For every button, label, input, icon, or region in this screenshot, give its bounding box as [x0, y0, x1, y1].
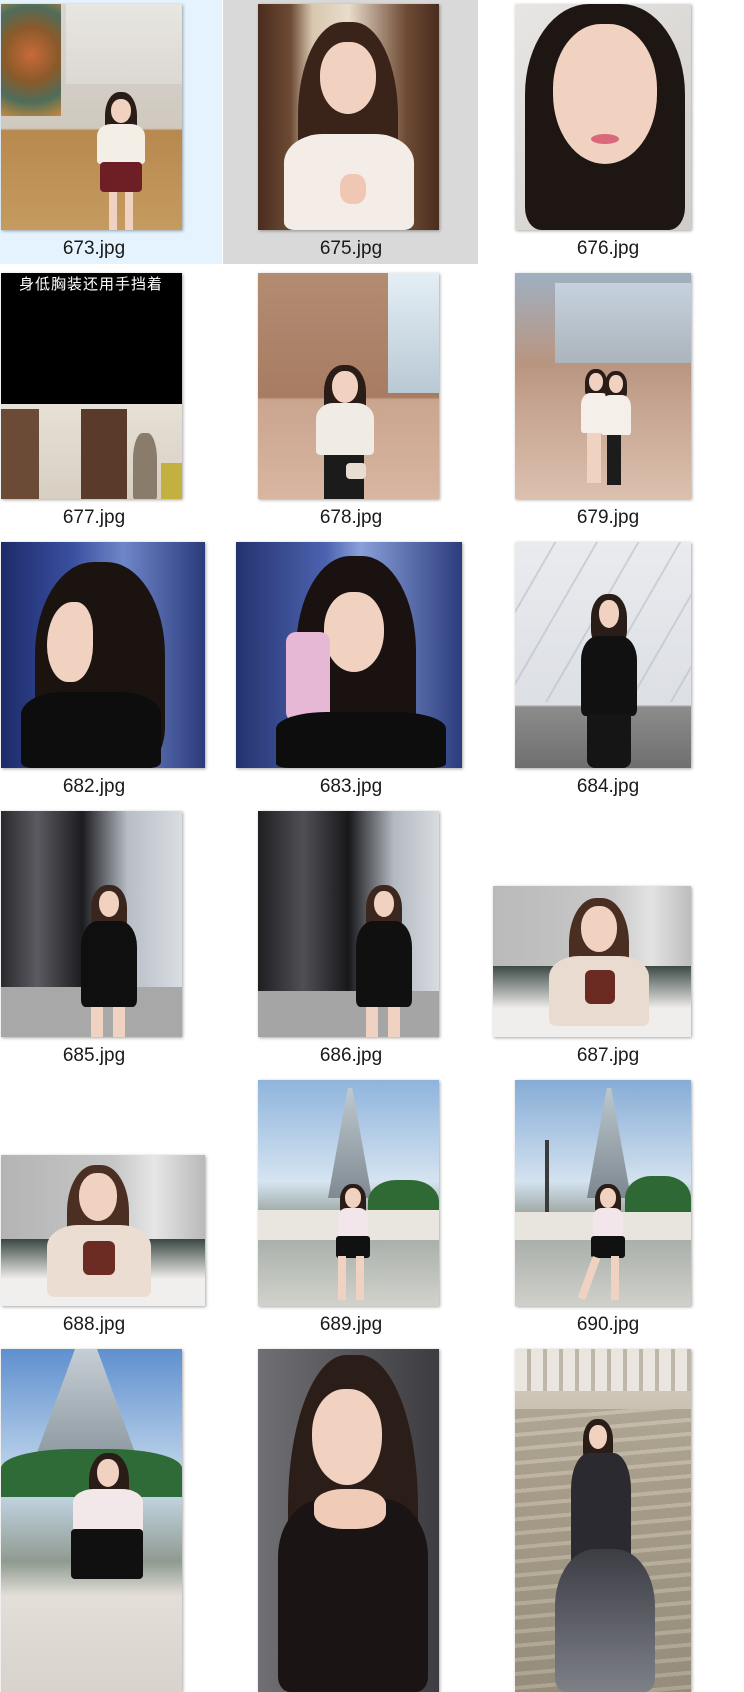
file-name-679: 679.jpg — [576, 507, 640, 528]
file-name-677: 677.jpg — [62, 507, 126, 528]
thumbnail-683 — [236, 542, 462, 768]
file-tile-693[interactable] — [490, 1345, 730, 1692]
thumbnail-679 — [515, 273, 691, 499]
file-name-684: 684.jpg — [576, 776, 640, 797]
file-tile-673[interactable]: 673.jpg — [0, 0, 222, 264]
thumbnail-682 — [1, 542, 205, 768]
file-tile-686[interactable]: 686.jpg — [223, 807, 478, 1071]
file-tile-689[interactable]: 689.jpg — [223, 1076, 478, 1340]
thumbnail-688 — [1, 1155, 205, 1306]
file-explorer-thumbnail-view: { "view": "large-icons", "selected_file"… — [0, 0, 744, 1692]
thumbnail-685 — [1, 811, 182, 1037]
file-tile-685[interactable]: 685.jpg — [0, 807, 222, 1071]
file-name-686: 686.jpg — [319, 1045, 383, 1066]
file-tile-679[interactable]: 679.jpg — [490, 269, 730, 533]
file-tile-692[interactable] — [223, 1345, 478, 1692]
file-tile-678[interactable]: 678.jpg — [223, 269, 478, 533]
thumbnail-686 — [258, 811, 439, 1037]
file-name-673: 673.jpg — [62, 238, 126, 259]
file-name-685: 685.jpg — [62, 1045, 126, 1066]
thumbnail-690 — [515, 1080, 691, 1306]
file-name-676: 676.jpg — [576, 238, 640, 259]
file-tile-682[interactable]: 682.jpg — [0, 538, 222, 802]
thumbnail-687 — [493, 886, 691, 1037]
file-name-682: 682.jpg — [62, 776, 126, 797]
file-tile-687[interactable]: 687.jpg — [490, 807, 730, 1071]
file-name-689: 689.jpg — [319, 1314, 383, 1335]
thumbnail-673 — [1, 4, 182, 230]
file-name-675: 675.jpg — [319, 238, 383, 259]
file-name-688: 688.jpg — [62, 1314, 126, 1335]
thumbnail-675 — [258, 4, 439, 230]
file-name-678: 678.jpg — [319, 507, 383, 528]
thumbnail-677: 身低胸装还用手挡着 — [1, 273, 182, 499]
file-tile-683[interactable]: 683.jpg — [223, 538, 478, 802]
file-name-690: 690.jpg — [576, 1314, 640, 1335]
thumbnail-676 — [515, 4, 691, 230]
file-name-683: 683.jpg — [319, 776, 383, 797]
thumbnail-693 — [515, 1349, 691, 1692]
thumbnail-689 — [258, 1080, 439, 1306]
thumbnail-678 — [258, 273, 439, 499]
file-tile-677[interactable]: 身低胸装还用手挡着 677.jpg — [0, 269, 222, 533]
file-tile-684[interactable]: 684.jpg — [490, 538, 730, 802]
video-caption: 身低胸装还用手挡着 — [19, 275, 164, 293]
file-tile-676[interactable]: 676.jpg — [490, 0, 730, 264]
thumbnail-691 — [1, 1349, 182, 1692]
file-tile-691[interactable] — [0, 1345, 222, 1692]
thumbnail-684 — [515, 542, 691, 768]
file-tile-675[interactable]: 675.jpg — [223, 0, 478, 264]
file-tile-690[interactable]: 690.jpg — [490, 1076, 730, 1340]
file-name-687: 687.jpg — [576, 1045, 640, 1066]
thumbnail-692 — [258, 1349, 439, 1692]
file-tile-688[interactable]: 688.jpg — [0, 1076, 222, 1340]
